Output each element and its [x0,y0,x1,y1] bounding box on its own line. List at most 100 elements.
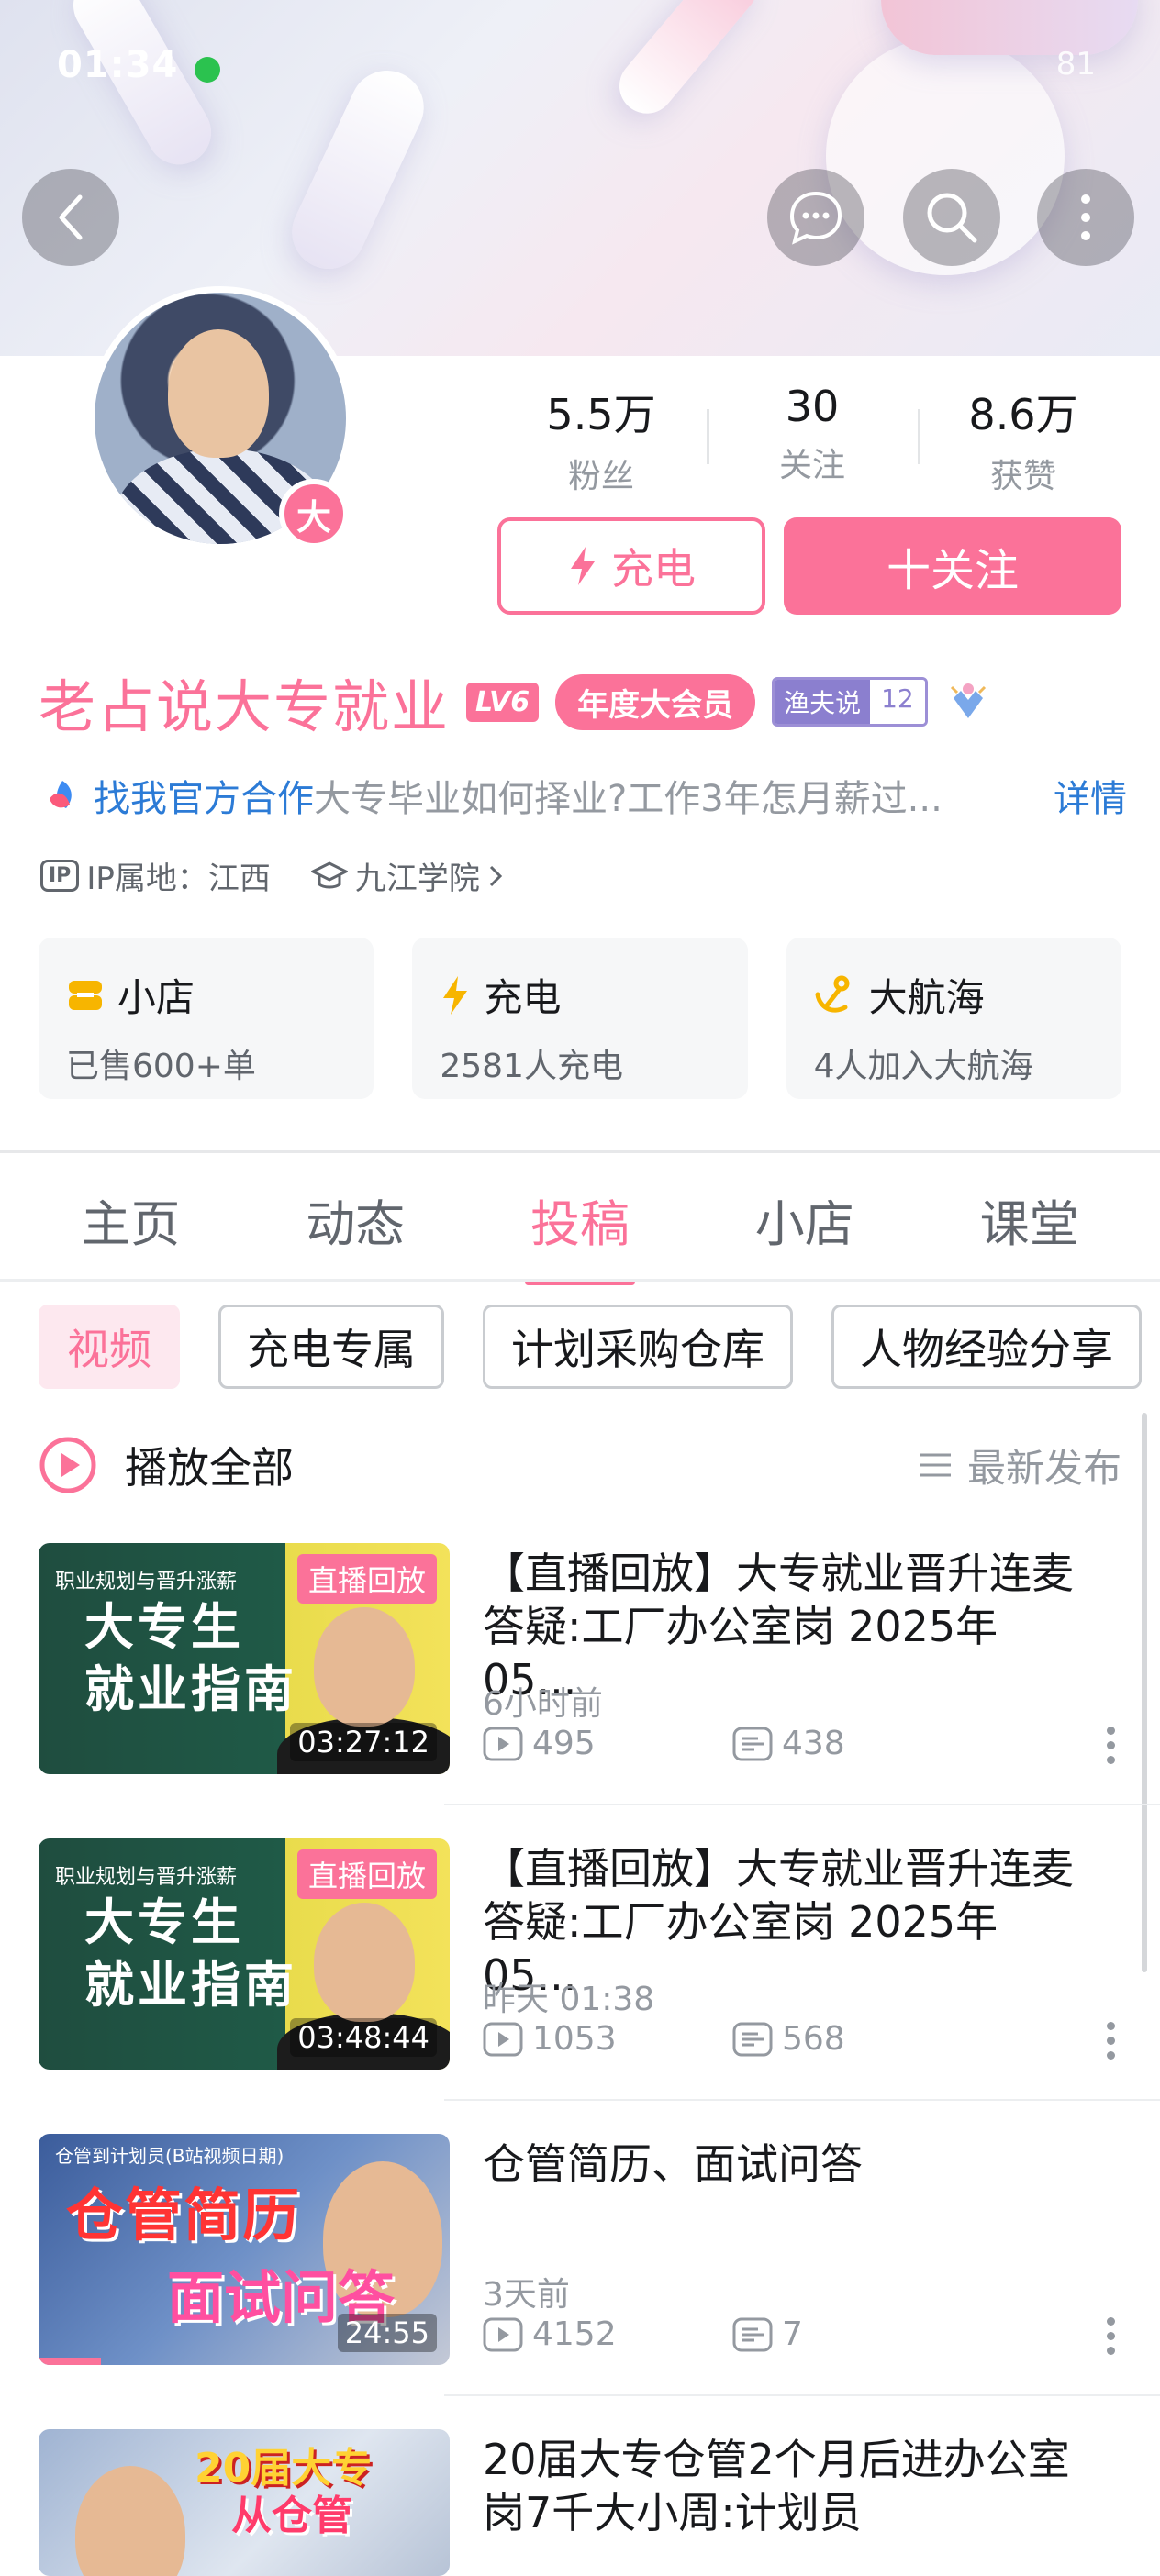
stat-label: 获赞 [989,458,1056,495]
video-thumbnail[interactable]: 20届大专 从仓管 [39,2429,450,2576]
tab-uploads[interactable]: 投稿 [474,1183,686,1285]
sort-label: 最新发布 [966,1445,1121,1491]
card-title: 充电 [484,975,562,1020]
chat-bubble-icon [789,191,842,245]
section-divider [0,1150,1160,1153]
more-button[interactable] [1037,169,1134,266]
comment-count: 568 [782,2020,845,2058]
watch-progress [39,2358,101,2365]
banner-decoration [881,0,1138,55]
back-button[interactable] [22,169,119,266]
video-title[interactable]: 20届大专仓管2个月后进办公室岗7千大小周:计划员 [483,2433,1088,2543]
play-count-icon [483,1727,523,1760]
stat-value: 30 [785,382,840,431]
video-duration: 24:55 [337,2314,437,2352]
avatar-badge: 大 [279,479,349,549]
card-title: 小店 [117,975,195,1020]
follow-label: 十关注 [886,545,1019,596]
video-duration: 03:48:44 [290,2018,437,2057]
more-vertical-icon[interactable] [1107,1727,1116,1771]
bio-detail-link[interactable]: 详情 [1054,769,1127,822]
thumbnail-line: 大专生 [84,1893,244,1951]
stat-following[interactable]: 30 关注 [707,382,918,497]
video-thumbnail[interactable]: 职业规划与晋升涨薪 大专生 就业指南 直播回放 03:27:12 [39,1543,450,1774]
card-subtitle: 已售600+单 [66,1048,256,1085]
charge-button[interactable]: 充电 [497,517,765,615]
school-name[interactable]: 九江学院 [355,853,480,898]
thumbnail-headline: 大专生 就业指南 [84,1596,297,1721]
list-divider [444,2099,1160,2101]
view-count: 4152 [532,2315,617,2353]
card-guard[interactable]: 大航海 4人加入大航海 [786,938,1121,1099]
stat-followers[interactable]: 5.5万 粉丝 [496,382,707,497]
lightning-icon [571,547,595,585]
stat-label: 粉丝 [567,458,634,495]
search-icon [927,193,977,243]
vip-badge[interactable]: 年度大会员 [555,673,756,730]
shop-icon [69,980,102,1010]
ip-icon: IP [40,860,80,892]
video-stats: 4152 7 [483,2315,982,2353]
thumbnail-headline: 仓管简历 [66,2182,302,2248]
video-item[interactable]: 20届大专 从仓管 20届大专仓管2个月后进办公室岗7千大小周:计划员 [39,2429,1121,2576]
danmaku-icon [732,2317,773,2351]
tabs-divider [0,1279,1160,1282]
anchor-icon [815,975,850,1013]
video-time: 6小时前 [483,1685,603,1723]
fan-medal[interactable]: 渔夫说 12 [772,677,928,727]
chip-charge-exclusive[interactable]: 充电专属 [218,1305,444,1389]
video-stats: 1053 568 [483,2020,982,2058]
list-divider [444,2394,1160,2396]
video-thumbnail[interactable]: 职业规划与晋升涨薪 大专生 就业指南 直播回放 03:48:44 [39,1838,450,2070]
video-item[interactable]: 职业规划与晋升涨薪 大专生 就业指南 直播回放 03:27:12 【直播回放】大专… [39,1543,1121,1774]
profile-tabs: 主页 动态 投稿 小店 课堂 [0,1183,1160,1285]
avatar-face [168,329,269,458]
banner-decoration [608,0,769,125]
video-duration: 03:27:12 [290,1723,437,1761]
video-item[interactable]: 职业规划与晋升涨薪 大专生 就业指南 直播回放 03:48:44 【直播回放】大专… [39,1838,1121,2070]
thumbnail-caption: 仓管到计划员(B站视频日期) [55,2145,284,2167]
chip-planning-warehouse[interactable]: 计划采购仓库 [483,1305,793,1389]
username: 老占说大专就业 [39,673,451,740]
chip-video[interactable]: 视频 [39,1305,180,1389]
follow-button[interactable]: 十关注 [784,517,1121,615]
more-vertical-icon[interactable] [1107,2317,1116,2361]
status-time: 01:34 [57,44,179,86]
chip-experience[interactable]: 人物经验分享 [831,1305,1142,1389]
video-thumbnail[interactable]: 仓管到计划员(B站视频日期) 仓管简历 面试问答 24:55 [39,2134,450,2365]
video-stats: 495 438 [483,1725,982,1762]
tab-home[interactable]: 主页 [25,1183,236,1280]
card-charge[interactable]: 充电 2581人充电 [412,938,748,1099]
cheer-icon[interactable] [944,678,992,726]
bio-row[interactable]: 找我官方合作 大专毕业如何择业?工作3年怎月薪过... 详情 [44,769,1127,822]
play-circle-icon[interactable] [39,1436,97,1494]
tab-dynamic[interactable]: 动态 [250,1183,461,1280]
chevron-left-icon [59,194,83,240]
danmaku-icon [732,1727,773,1760]
stat-label: 关注 [778,447,845,484]
stat-likes[interactable]: 8.6万 获赞 [918,382,1129,497]
name-row: 老占说大专就业 LV6 年度大会员 渔夫说 12 [39,661,992,743]
view-count: 1053 [532,2020,617,2058]
video-item[interactable]: 仓管到计划员(B站视频日期) 仓管简历 面试问答 24:55 仓管简历、面试问答… [39,2134,1121,2365]
thumbnail-face [314,1903,415,2022]
scrollbar[interactable] [1142,1413,1147,1972]
level-badge[interactable]: LV6 [466,682,540,722]
search-button[interactable] [903,169,1000,266]
play-count-icon [483,2317,523,2351]
more-vertical-icon[interactable] [1107,2022,1116,2066]
card-shop[interactable]: 小店 已售600+单 [39,938,374,1099]
video-time: 昨天 01:38 [483,1981,655,2018]
thumbnail-line: 大专生 [84,1598,244,1656]
play-all-button[interactable]: 播放全部 [125,1435,918,1495]
danmaku-icon [732,2022,773,2056]
tab-course[interactable]: 课堂 [924,1183,1135,1280]
tab-shop[interactable]: 小店 [699,1183,910,1280]
message-button[interactable] [767,169,864,266]
bio-link[interactable]: 找我官方合作 [94,769,314,822]
sort-button[interactable]: 最新发布 [918,1438,1121,1493]
video-title[interactable]: 仓管简历、面试问答 [483,2137,1088,2191]
lightning-icon [443,975,468,1015]
video-time: 3天前 [483,2276,570,2314]
stat-value: 8.6万 [968,390,1078,439]
